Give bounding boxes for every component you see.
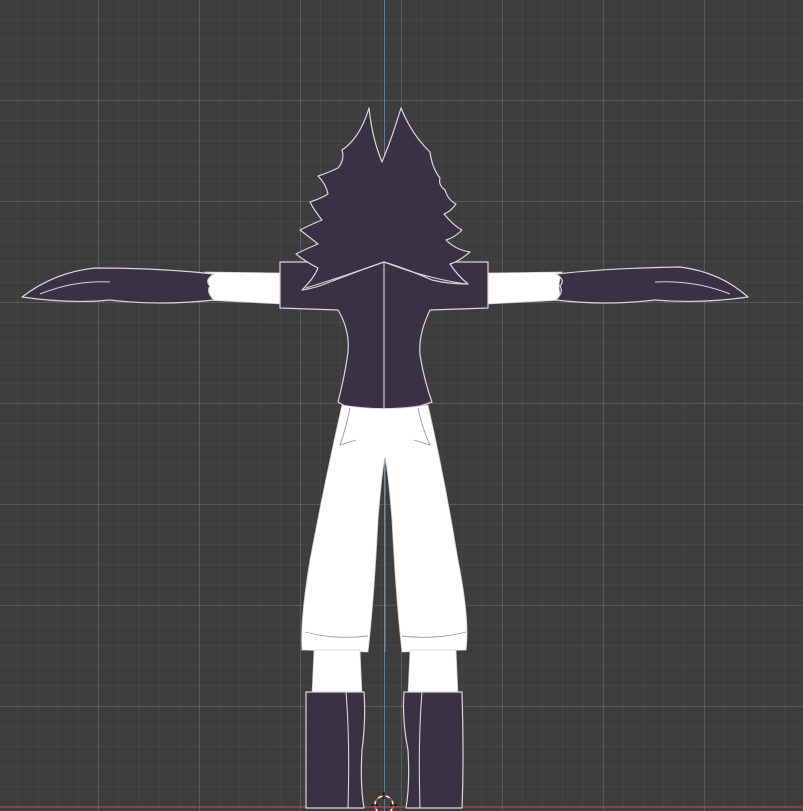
right-arm[interactable] [487,266,749,305]
pants[interactable] [301,404,468,653]
3d-cursor-icon[interactable] [371,792,397,811]
lower-legs [311,649,459,696]
character-model[interactable] [0,0,803,811]
3d-viewport[interactable] [0,0,803,811]
right-boot[interactable] [402,691,464,809]
left-boot[interactable] [305,691,366,809]
right-sleeve-cuff [555,266,749,304]
left-sleeve-cuff [21,267,215,304]
left-arm[interactable] [21,267,283,305]
hair[interactable] [295,107,471,291]
